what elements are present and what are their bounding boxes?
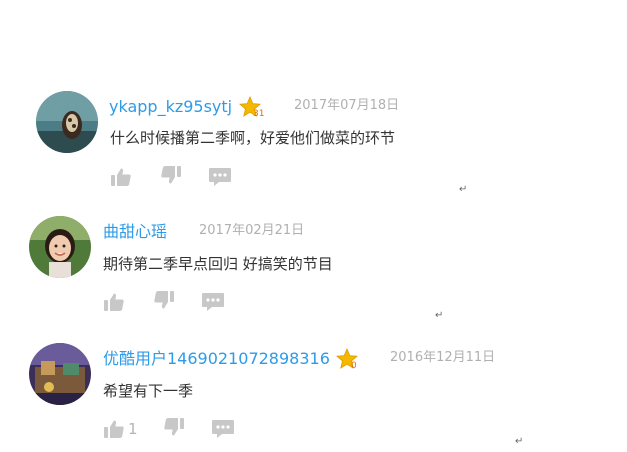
return-mark: ↵ xyxy=(459,184,468,195)
username[interactable]: 优酷用户1469021072898316 xyxy=(103,349,330,369)
thumbs-up-icon[interactable] xyxy=(103,418,125,440)
level-badge-icon: 0 xyxy=(335,348,363,371)
avatar[interactable] xyxy=(29,216,91,278)
comment-icon[interactable] xyxy=(208,166,232,188)
comment-icon[interactable] xyxy=(201,291,225,313)
thumbs-up-icon[interactable] xyxy=(110,166,132,188)
return-mark: ↵ xyxy=(515,436,524,447)
comment-text: 希望有下一季 xyxy=(103,382,194,400)
comment-icon[interactable] xyxy=(211,418,235,440)
comment-date: 2016年12月11日 xyxy=(390,350,496,365)
username[interactable]: 曲甜心瑶 xyxy=(103,222,167,242)
comment-item: 优酷用户1469021072898316 0 2016年12月11日 希望有下一… xyxy=(0,0,627,447)
thumbs-down-icon[interactable] xyxy=(160,166,182,188)
thumbs-up-icon[interactable] xyxy=(103,291,125,313)
comment-text: 期待第二季早点回归 好搞笑的节目 xyxy=(103,255,333,273)
comment-date: 2017年02月21日 xyxy=(199,223,305,238)
avatar[interactable] xyxy=(29,343,91,405)
thumbs-down-icon[interactable] xyxy=(153,291,175,313)
comment-text: 什么时候播第二季啊，好爱他们做菜的环节 xyxy=(110,129,396,147)
level-number: 0 xyxy=(351,361,357,370)
thumbs-down-icon[interactable] xyxy=(163,418,185,440)
return-mark: ↵ xyxy=(435,310,444,321)
like-count: 1 xyxy=(128,420,138,438)
